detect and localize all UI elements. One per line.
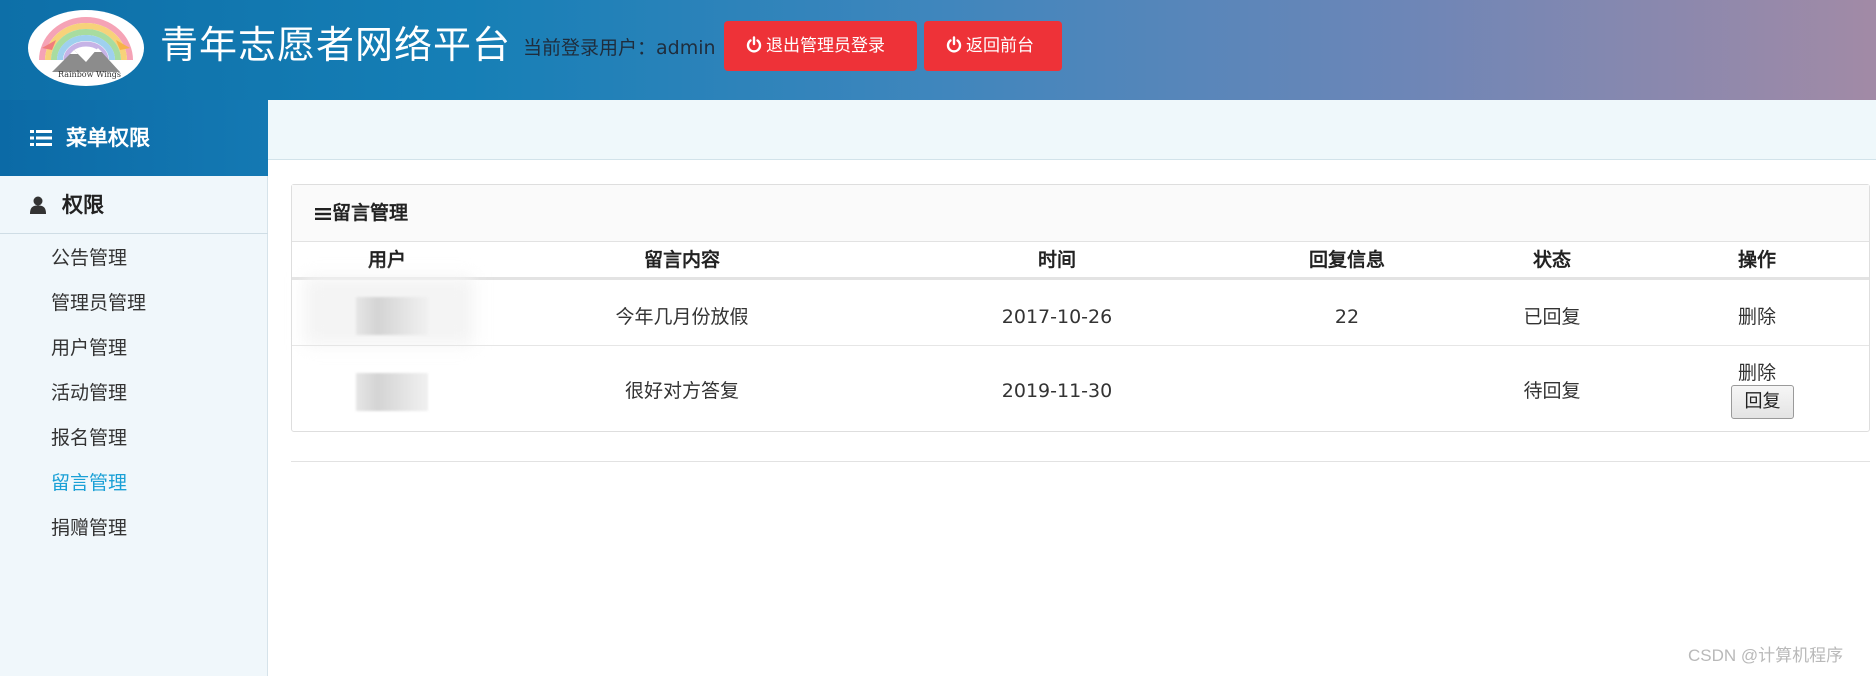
row2-reply-button[interactable]: 回复: [1731, 385, 1794, 419]
column-header-status: 状态: [1532, 249, 1571, 271]
row2-time: 2019-11-30: [1001, 380, 1113, 402]
column-header-reply: 回复信息: [1308, 249, 1385, 271]
row2-content: 很好对方答复: [624, 380, 739, 402]
sidebar-item-activities[interactable]: 活动管理: [51, 379, 127, 407]
sidebar-item-messages[interactable]: 留言管理: [51, 469, 127, 497]
content-divider: [291, 461, 1870, 462]
permissions-section-header[interactable]: 权限: [0, 176, 268, 234]
menu-permissions-label: 菜单权限: [66, 126, 150, 150]
row2-status: 待回复: [1523, 380, 1581, 402]
column-header-content: 留言内容: [643, 249, 720, 271]
row1-delete-link[interactable]: 删除: [1717, 303, 1797, 331]
column-header-time: 时间: [1037, 249, 1076, 271]
row-divider: [292, 345, 1869, 346]
list-icon: [30, 130, 52, 146]
panel-title: 留言管理: [332, 202, 409, 224]
content-top-strip: [268, 100, 1876, 160]
row1-content: 今年几月份放假: [615, 306, 749, 328]
user-icon: [30, 196, 46, 214]
site-title: 青年志愿者网络平台: [160, 23, 512, 67]
sidebar-item-announcements[interactable]: 公告管理: [51, 244, 127, 272]
column-header-actions: 操作: [1737, 249, 1776, 271]
logout-admin-button[interactable]: 退出管理员登录: [724, 21, 917, 71]
sidebar-item-users[interactable]: 用户管理: [51, 334, 127, 362]
sidebar-item-donations[interactable]: 捐赠管理: [51, 514, 127, 542]
row1-status: 已回复: [1523, 306, 1581, 328]
permissions-section-label: 权限: [62, 193, 104, 217]
panel-header: 留言管理: [292, 185, 1869, 242]
watermark: CSDN @计算机程序: [1688, 646, 1844, 665]
table-header-divider: [292, 277, 1869, 280]
menu-icon: [315, 208, 331, 220]
power-icon: [946, 36, 962, 53]
menu-permissions-header[interactable]: 菜单权限: [0, 100, 268, 176]
redacted-user-cell: [356, 297, 428, 335]
row2-delete-link[interactable]: 删除: [1717, 359, 1797, 387]
power-icon: [746, 36, 762, 53]
message-management-panel: 留言管理 用户 留言内容 时间 回复信息 状态 操作 今年几月份放假 2017-…: [291, 184, 1870, 432]
site-logo[interactable]: Rainbow Wings: [28, 10, 144, 86]
column-header-user: 用户: [367, 249, 406, 271]
top-header: Rainbow Wings 青年志愿者网络平台 当前登录用户：admin 退出管…: [0, 0, 1876, 100]
logout-admin-label: 退出管理员登录: [766, 36, 885, 56]
back-to-front-button[interactable]: 返回前台: [924, 21, 1062, 71]
row1-time: 2017-10-26: [1001, 306, 1113, 328]
logo-caption: Rainbow Wings: [58, 70, 122, 79]
redacted-user-cell: [356, 373, 428, 411]
sidebar: 菜单权限 权限 公告管理 管理员管理 用户管理 活动管理 报名管理 留言管理 捐…: [0, 100, 268, 676]
sidebar-item-registrations[interactable]: 报名管理: [51, 424, 127, 452]
row1-reply: 22: [1334, 306, 1360, 328]
sidebar-item-admins[interactable]: 管理员管理: [51, 289, 146, 317]
current-user-label: 当前登录用户：admin: [523, 37, 716, 59]
